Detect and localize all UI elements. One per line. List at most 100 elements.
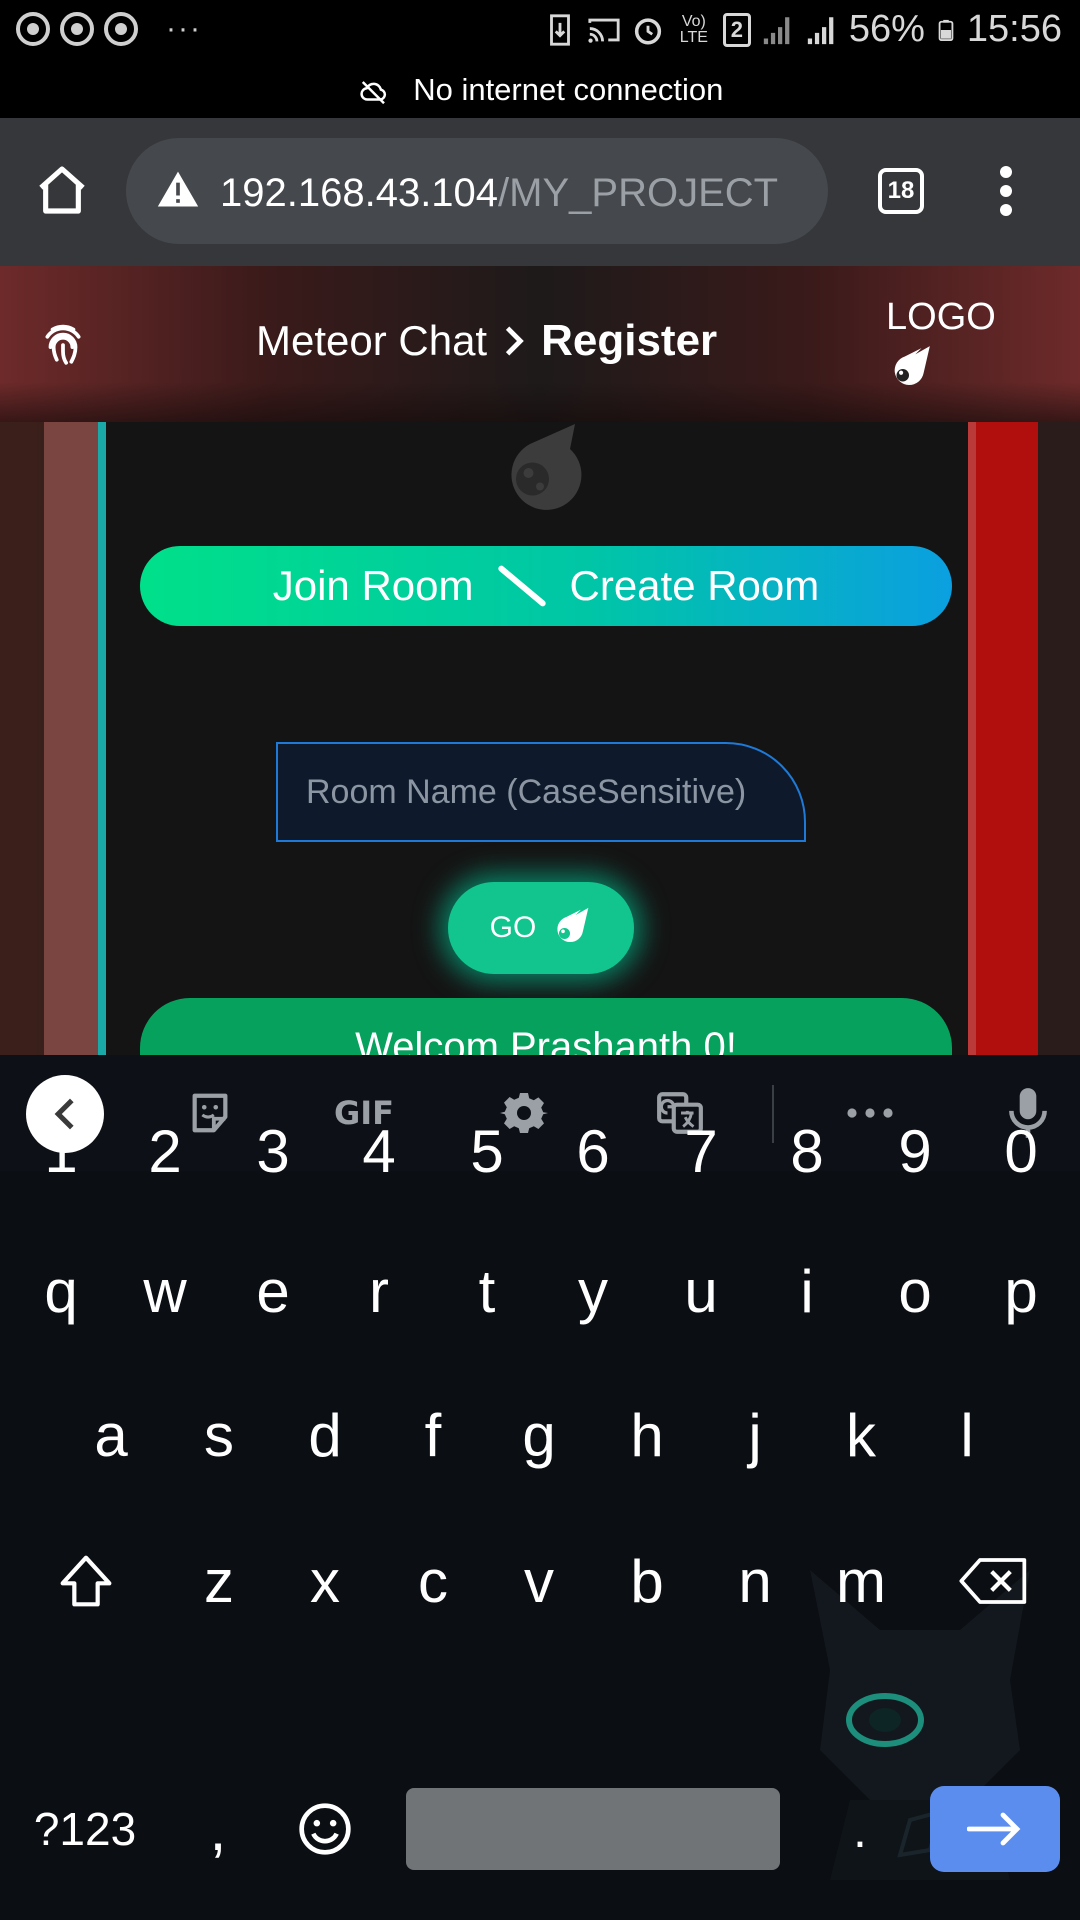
emoji-icon [299, 1803, 351, 1855]
breadcrumb-root[interactable]: Meteor Chat [256, 317, 487, 365]
top-letter-row: q w e r t y u i o p [0, 1231, 1080, 1351]
breadcrumb: Meteor Chat Register [256, 316, 717, 366]
shift-icon [60, 1555, 112, 1607]
key-a[interactable]: a [58, 1375, 164, 1495]
sim-slot-badge: 2 [722, 12, 751, 47]
key-i[interactable]: i [754, 1231, 860, 1351]
left-decor-panel [44, 422, 100, 1055]
meteor-logo-icon [894, 346, 930, 385]
key-0[interactable]: 0 [968, 1091, 1074, 1211]
signal-icon [763, 16, 790, 44]
key-3[interactable]: 3 [220, 1091, 326, 1211]
key-m[interactable]: m [808, 1521, 914, 1641]
battery-icon [938, 19, 954, 41]
key-6[interactable]: 6 [540, 1091, 646, 1211]
breadcrumb-current: Register [541, 316, 718, 365]
no-internet-banner: No internet connection [0, 62, 1080, 118]
go-button[interactable]: GO [448, 882, 634, 974]
status-system-icons: Vo) LTE 2 56% 15:56 [543, 8, 1062, 51]
usb-icon [549, 13, 570, 46]
key-w[interactable]: w [112, 1231, 218, 1351]
key-l[interactable]: l [914, 1375, 1020, 1495]
emoji-key[interactable] [280, 1769, 370, 1889]
create-room-option[interactable]: Create Room [570, 562, 820, 610]
room-card: Join Room Create Room GO Welcom Prashant… [98, 422, 976, 1055]
arrow-right-icon [967, 1812, 1021, 1846]
key-e[interactable]: e [220, 1231, 326, 1351]
status-bar: ··· Vo) LTE 2 56% 15:56 [0, 0, 1080, 62]
key-f[interactable]: f [380, 1375, 486, 1495]
logo-label: LOGO [886, 296, 996, 338]
key-z[interactable]: z [166, 1521, 272, 1641]
key-q[interactable]: q [8, 1231, 114, 1351]
key-p[interactable]: p [968, 1231, 1074, 1351]
url-path: /MY_PROJECT [498, 171, 779, 215]
key-8[interactable]: 8 [754, 1091, 860, 1211]
join-create-toggle[interactable]: Join Room Create Room [140, 546, 952, 626]
chevron-right-icon [506, 326, 524, 356]
key-t[interactable]: t [434, 1231, 540, 1351]
key-9[interactable]: 9 [862, 1091, 968, 1211]
key-4[interactable]: 4 [326, 1091, 432, 1211]
go-label: GO [489, 911, 537, 944]
symbols-key[interactable]: ?123 [20, 1769, 150, 1889]
key-u[interactable]: u [648, 1231, 754, 1351]
welcome-banner: Welcom Prashanth 0! [140, 998, 952, 1055]
more-options-icon[interactable] [996, 166, 1016, 218]
join-room-option[interactable]: Join Room [273, 562, 474, 610]
alarm-icon [634, 17, 661, 45]
key-b[interactable]: b [594, 1521, 700, 1641]
cast-icon [588, 18, 620, 43]
key-n[interactable]: n [702, 1521, 808, 1641]
key-d[interactable]: d [272, 1375, 378, 1495]
room-name-input[interactable] [276, 742, 806, 842]
key-7[interactable]: 7 [648, 1091, 754, 1211]
toggle-divider [496, 564, 547, 608]
key-h[interactable]: h [594, 1375, 700, 1495]
key-r[interactable]: r [326, 1231, 432, 1351]
enter-key[interactable] [930, 1786, 1060, 1872]
clock: 15:56 [966, 8, 1062, 50]
key-period[interactable]: . [830, 1770, 890, 1890]
key-x[interactable]: x [272, 1521, 378, 1641]
url-host: 192.168.43.104 [220, 171, 499, 215]
warning-icon[interactable] [154, 168, 202, 212]
backspace-key[interactable] [934, 1521, 1054, 1641]
key-y[interactable]: y [540, 1231, 646, 1351]
app-header: Meteor Chat Register LOGO [0, 266, 1080, 422]
key-1[interactable]: 1 [8, 1091, 114, 1211]
bottom-letter-row: z x c v b n m [0, 1521, 1080, 1641]
url-bar[interactable]: 192.168.43.104/MY_PROJECT [126, 138, 828, 244]
more-notifications-indicator: ··· [166, 12, 202, 45]
shift-key[interactable] [26, 1521, 146, 1641]
url-text[interactable]: 192.168.43.104/MY_PROJECT [220, 168, 810, 218]
page-content[interactable]: Join Room Create Room GO Welcom Prashant… [0, 422, 1080, 1055]
key-5[interactable]: 5 [434, 1091, 540, 1211]
camera-aperture-icon [16, 12, 50, 46]
volte-indicator: Vo) LTE [679, 12, 708, 46]
space-key[interactable] [406, 1788, 780, 1870]
home-icon[interactable] [34, 162, 90, 218]
tab-switcher-button[interactable]: 18 [878, 168, 924, 214]
no-internet-text: No internet connection [413, 72, 724, 107]
number-row: 1 2 3 4 5 6 7 8 9 0 [0, 1091, 1080, 1211]
key-o[interactable]: o [862, 1231, 968, 1351]
key-s[interactable]: s [166, 1375, 272, 1495]
status-notifications: ··· [16, 12, 202, 46]
browser-toolbar: 192.168.43.104/MY_PROJECT 18 [0, 118, 1080, 266]
key-j[interactable]: j [702, 1375, 808, 1495]
key-v[interactable]: v [486, 1521, 592, 1641]
cloud-off-icon [359, 80, 386, 104]
fingerprint-icon[interactable] [38, 318, 88, 368]
backspace-icon [959, 1558, 1027, 1604]
right-decor-panel [976, 422, 1038, 1055]
key-c[interactable]: c [380, 1521, 486, 1641]
camera-aperture-icon [60, 12, 94, 46]
key-g[interactable]: g [486, 1375, 592, 1495]
home-letter-row: a s d f g h j k l [0, 1375, 1080, 1495]
key-2[interactable]: 2 [112, 1091, 218, 1211]
meteor-logo-icon [511, 424, 582, 510]
key-k[interactable]: k [808, 1375, 914, 1495]
meteor-icon [557, 907, 589, 943]
key-comma[interactable]: , [178, 1769, 258, 1889]
